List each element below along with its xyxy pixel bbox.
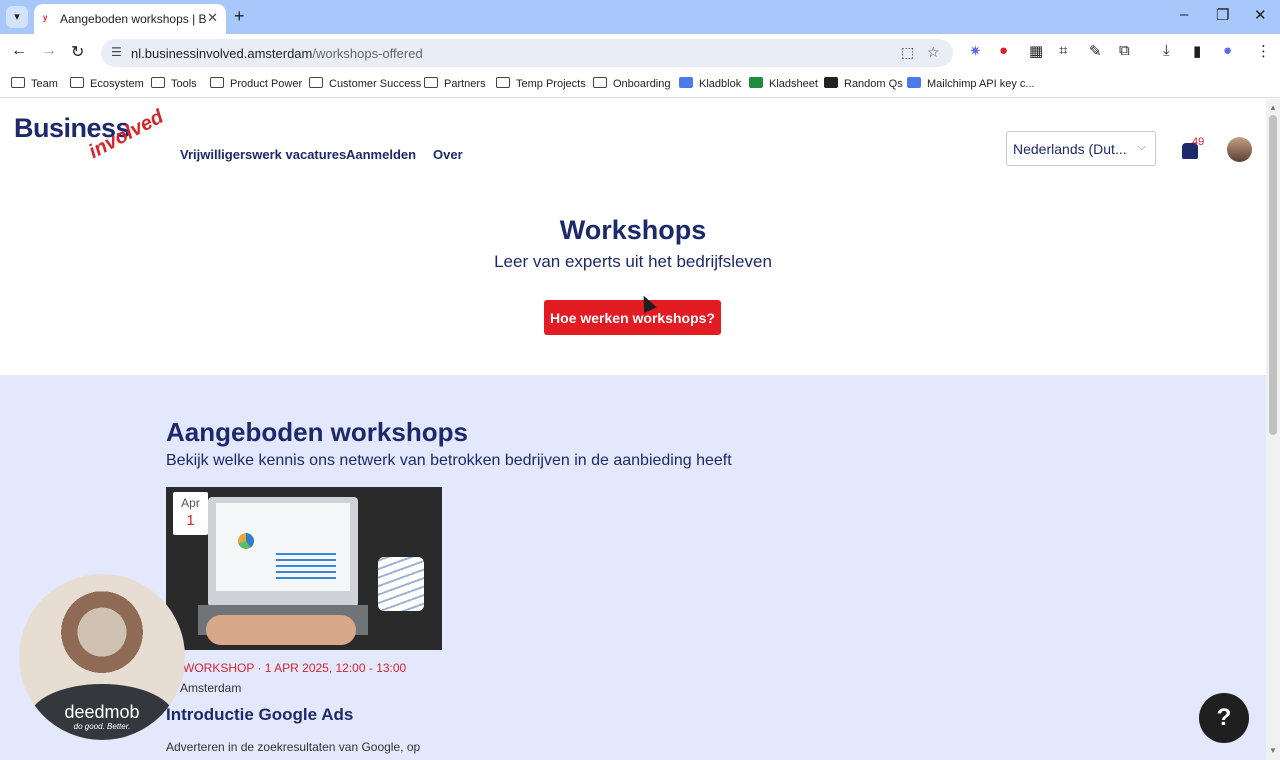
w-icon — [824, 77, 838, 88]
downloads-icon[interactable]: ⤓ — [1163, 42, 1170, 59]
date-badge: Apr 1 — [173, 492, 208, 535]
back-icon[interactable]: ← — [11, 42, 27, 60]
hero-title: Workshops — [559, 215, 707, 245]
bookmark-kladblok[interactable]: Kladblok — [679, 77, 741, 90]
how-workshops-work-button[interactable]: Hoe werken workshops? — [544, 300, 721, 335]
side-panel-icon[interactable]: ▮ — [1193, 42, 1201, 60]
new-tab-icon[interactable]: + — [234, 6, 245, 27]
bookmark-random-qs[interactable]: Random Qs — [824, 77, 903, 90]
hands-illustration — [206, 615, 356, 645]
chevron-down-icon: ⌵ — [1137, 141, 1146, 153]
site-favicon-icon: ʸ — [43, 12, 48, 26]
doc-icon — [679, 77, 693, 88]
extension-crop-icon[interactable]: ⌗ — [1059, 42, 1067, 59]
tab-title: Aangeboden workshops | Business Involved — [60, 12, 206, 26]
bookmark-customer-success[interactable]: Customer Success — [309, 77, 421, 90]
folder-icon — [210, 77, 224, 88]
web-page: Business involved Vrijwilligerswerk vaca… — [0, 99, 1266, 760]
browser-toolbar: ← → ↻ ☰ nl.businessinvolved.amsterdam/wo… — [0, 34, 1280, 72]
bookmark-kladsheet[interactable]: Kladsheet — [749, 77, 818, 90]
bookmark-team[interactable]: Team — [11, 77, 58, 90]
extension-calendar-icon[interactable]: ▦ — [1029, 42, 1043, 60]
sheet-icon — [749, 77, 763, 88]
bookmarks-bar: Team Ecosystem Tools Product Power Custo… — [0, 72, 1280, 98]
address-bar[interactable]: ☰ nl.businessinvolved.amsterdam/workshop… — [101, 39, 953, 67]
bookmark-mailchimp[interactable]: Mailchimp API key c... — [907, 77, 1035, 90]
folder-icon — [496, 77, 510, 88]
bookmark-onboarding[interactable]: Onboarding — [593, 77, 671, 90]
workshop-city: Amsterdam — [180, 681, 242, 695]
menu-dots-icon[interactable]: ⋮ — [1256, 42, 1271, 60]
language-value: Nederlands (Dut... — [1013, 141, 1127, 157]
tab-close-icon[interactable]: ✕ — [207, 10, 218, 26]
page-scrollbar[interactable]: ▲ ▼ — [1266, 99, 1280, 760]
date-day: 1 — [186, 512, 195, 529]
bars-illustration — [276, 553, 336, 583]
folder-icon — [70, 77, 84, 88]
folder-icon — [309, 77, 323, 88]
laptop-illustration — [208, 497, 358, 607]
bookmark-ecosystem[interactable]: Ecosystem — [70, 77, 144, 90]
workshop-meta: WORKSHOP · 1 APR 2025, 12:00 - 13:00 — [183, 661, 407, 675]
help-button[interactable]: ? — [1199, 693, 1249, 743]
workshop-description: Adverteren in de zoekresultaten van Goog… — [166, 740, 421, 754]
pie-chart-illustration — [238, 533, 254, 549]
section-title: Aangeboden workshops — [166, 417, 468, 447]
url-path: /workshops-offered — [312, 46, 423, 61]
user-avatar[interactable] — [1227, 137, 1252, 162]
shirt-brand-text: deedmob — [64, 702, 140, 722]
browser-tab[interactable]: ʸ Aangeboden workshops | Business Involv… — [34, 4, 226, 34]
minimize-icon[interactable]: – — [1180, 6, 1188, 23]
url-text: nl.businessinvolved.amsterdam/workshops-… — [131, 46, 423, 61]
bookmark-star-icon[interactable]: ☆ — [927, 44, 940, 61]
extension-gear-icon[interactable]: ✷ — [969, 42, 982, 60]
nav-over[interactable]: Over — [433, 147, 463, 162]
folder-icon — [151, 77, 165, 88]
folder-icon — [11, 77, 25, 88]
notification-count: 49 — [1192, 136, 1205, 148]
bookmark-temp-projects[interactable]: Temp Projects — [496, 77, 586, 90]
window-close-icon[interactable]: ✕ — [1254, 6, 1267, 24]
bookmark-product-power[interactable]: Product Power — [210, 77, 302, 90]
restore-icon[interactable]: ❐ — [1216, 6, 1229, 24]
site-logo[interactable]: Business involved — [14, 106, 167, 171]
url-host: nl.businessinvolved.amsterdam — [131, 46, 313, 61]
extension-red-icon[interactable]: ● — [999, 42, 1008, 59]
folder-icon — [424, 77, 438, 88]
profile-icon[interactable]: ● — [1223, 42, 1232, 59]
extension-pen-icon[interactable]: ✎ — [1089, 42, 1102, 60]
shirt-tagline-text: do good. Better. — [73, 722, 131, 731]
doc-icon — [907, 77, 921, 88]
language-select[interactable]: Nederlands (Dut... ⌵ — [1006, 131, 1156, 166]
bookmark-tools[interactable]: Tools — [151, 77, 197, 90]
site-info-icon[interactable]: ☰ — [111, 45, 122, 59]
bookmark-partners[interactable]: Partners — [424, 77, 486, 90]
install-app-icon[interactable]: ⬚ — [901, 44, 914, 61]
webcam-overlay: deedmob do good. Better. — [19, 574, 185, 740]
scroll-up-icon[interactable]: ▲ — [1269, 103, 1277, 112]
nav-vacatures[interactable]: Vrijwilligerswerk vacatures — [180, 147, 346, 162]
hero-subtitle: Leer van experts uit het bedrijfsleven — [494, 252, 772, 271]
date-month: Apr — [181, 496, 200, 510]
tab-search-icon[interactable]: ▾ — [6, 6, 28, 28]
laptop-screen — [216, 503, 350, 591]
folder-icon — [593, 77, 607, 88]
forward-icon[interactable]: → — [41, 42, 57, 60]
workshop-title[interactable]: Introductie Google Ads — [166, 705, 353, 725]
browser-tab-bar: ▾ ʸ Aangeboden workshops | Business Invo… — [0, 0, 1280, 34]
offered-workshops-section: Aangeboden workshops Bekijk welke kennis… — [0, 375, 1266, 760]
notifications-button[interactable]: 49 — [1180, 136, 1205, 161]
scrollbar-thumb[interactable] — [1269, 115, 1277, 435]
extensions-puzzle-icon[interactable]: ⧉ — [1119, 42, 1130, 59]
mug-illustration — [378, 557, 424, 611]
section-subtitle: Bekijk welke kennis ons netwerk van betr… — [166, 452, 732, 469]
scroll-down-icon[interactable]: ▼ — [1269, 746, 1277, 755]
nav-aanmelden[interactable]: Aanmelden — [346, 147, 416, 162]
reload-icon[interactable]: ↻ — [71, 42, 84, 62]
